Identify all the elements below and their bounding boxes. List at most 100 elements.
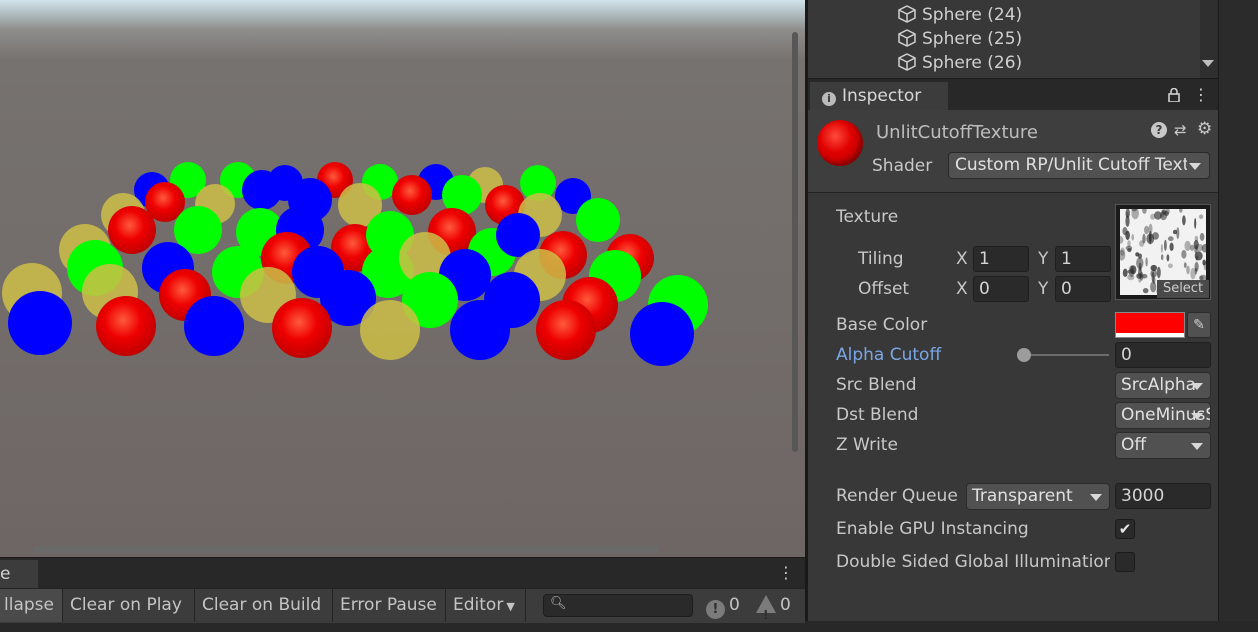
inspector-panel: i Inspector ⋮ UnlitCutoffTexture ? ⇄ ⚙ Sh… <box>808 78 1218 621</box>
render-queue-mode: Transparent <box>972 486 1073 506</box>
scroll-down-arrow-icon[interactable] <box>1202 60 1214 67</box>
scene-view[interactable] <box>0 0 805 557</box>
src-blend-label: Src Blend <box>836 375 917 395</box>
gear-icon[interactable]: ⚙ <box>1197 120 1215 138</box>
texture-noise <box>1142 233 1146 244</box>
texture-noise <box>1186 265 1190 275</box>
shader-dropdown[interactable]: Custom RP/Unlit Cutoff Texture <box>948 152 1210 179</box>
sphere <box>96 296 156 356</box>
z-write-dropdown[interactable]: Off <box>1115 432 1211 459</box>
texture-noise <box>1194 261 1199 272</box>
texture-noise <box>1136 273 1143 279</box>
right-side-panel <box>1218 0 1258 621</box>
tiling-label: Tiling <box>858 249 904 269</box>
texture-noise <box>1202 259 1206 266</box>
double-sided-gi-checkbox[interactable] <box>1115 552 1135 572</box>
texture-noise <box>1122 227 1128 236</box>
editor-dropdown[interactable]: Editor ▼ <box>446 589 526 622</box>
texture-noise <box>1136 257 1144 269</box>
console-tab[interactable]: e <box>0 560 38 588</box>
clear-on-build-button[interactable]: Clear on Build <box>195 589 333 622</box>
texture-noise <box>1181 249 1187 259</box>
chevron-down-icon <box>1191 383 1203 390</box>
texture-noise <box>1182 215 1186 226</box>
presets-icon[interactable]: ⇄ <box>1174 121 1190 139</box>
texture-select-button[interactable]: Select <box>1157 280 1209 298</box>
src-blend-value: SrcAlpha <box>1121 375 1197 395</box>
kebab-icon[interactable]: ⋮ <box>778 562 794 584</box>
editor-label: Editor <box>453 595 504 615</box>
alpha-cutoff-slider-knob[interactable] <box>1017 348 1031 362</box>
texture-noise <box>1160 254 1164 261</box>
warning-count[interactable]: ! 0 <box>756 589 791 622</box>
clear-on-play-button[interactable]: Clear on Play <box>63 589 195 622</box>
inspector-menu-icon[interactable]: ⋮ <box>1193 84 1209 106</box>
inspector-tab-bar: i Inspector ⋮ <box>808 78 1218 111</box>
console-toolbar: llapse Clear on Play Clear on Build Erro… <box>0 588 805 623</box>
render-queue-field[interactable]: 3000 <box>1115 483 1211 509</box>
texture-noise <box>1199 232 1205 241</box>
chevron-down-icon <box>1191 413 1203 420</box>
error-count[interactable]: ! 0 <box>706 589 740 622</box>
src-blend-dropdown[interactable]: SrcAlpha <box>1115 372 1211 399</box>
cube-icon <box>898 29 916 47</box>
texture-noise <box>1194 218 1197 229</box>
eyedropper-icon[interactable]: ✎ <box>1187 312 1211 338</box>
hierarchy-item[interactable]: Sphere (24) <box>898 3 1022 27</box>
alpha-cutoff-field[interactable]: 0 <box>1115 342 1211 368</box>
chevron-down-icon <box>1191 443 1203 450</box>
texture-slot[interactable]: Select <box>1115 204 1211 300</box>
texture-noise <box>1199 214 1204 219</box>
offset-x-field[interactable]: 0 <box>973 276 1029 302</box>
tab-inspector[interactable]: i Inspector <box>810 82 948 111</box>
texture-label: Texture <box>836 207 899 227</box>
hierarchy-item[interactable]: Sphere (25) <box>898 27 1022 51</box>
texture-noise <box>1125 215 1130 227</box>
sphere <box>8 291 72 355</box>
texture-noise <box>1150 213 1156 220</box>
checkmark-icon: ✔ <box>1118 520 1132 538</box>
z-write-label: Z Write <box>836 435 898 455</box>
sphere <box>392 175 432 215</box>
inspector-tab-label: Inspector <box>842 86 922 106</box>
tiling-x-field[interactable]: 1 <box>973 246 1029 272</box>
offset-y-field[interactable]: 0 <box>1055 276 1111 302</box>
texture-noise <box>1125 245 1133 251</box>
texture-noise <box>1167 263 1173 269</box>
sphere <box>450 300 510 360</box>
texture-noise <box>1154 211 1162 220</box>
texture-noise <box>1166 254 1170 262</box>
lock-icon[interactable] <box>1167 88 1181 102</box>
gpu-instancing-checkbox[interactable]: ✔ <box>1115 519 1135 539</box>
texture-noise <box>1151 271 1155 283</box>
collapse-button[interactable]: llapse <box>0 589 63 622</box>
console-search-input[interactable]: 🔍︎ <box>543 594 693 617</box>
render-queue-dropdown[interactable]: Transparent <box>966 483 1110 510</box>
alpha-cutoff-slider-track[interactable] <box>1023 354 1109 356</box>
texture-noise <box>1122 268 1128 277</box>
help-icon[interactable]: ? <box>1151 122 1167 138</box>
texture-noise <box>1195 243 1204 252</box>
scene-vertical-scrollbar[interactable] <box>792 32 798 452</box>
texture-noise <box>1128 265 1135 278</box>
cube-icon <box>898 5 916 23</box>
tiling-x-label: X <box>956 249 968 269</box>
error-icon: ! <box>706 600 725 619</box>
texture-noise <box>1169 242 1174 251</box>
tiling-y-field[interactable]: 1 <box>1055 246 1111 272</box>
hierarchy-panel: Sphere (24) Sphere (25) Sphere (26) <box>808 0 1218 78</box>
error-pause-button[interactable]: Error Pause <box>333 589 446 622</box>
tiling-y-label: Y <box>1038 249 1049 269</box>
dst-blend-dropdown[interactable]: OneMinusSrcAlpha <box>1115 402 1211 429</box>
texture-noise <box>1179 209 1183 213</box>
hierarchy-item[interactable]: Sphere (26) <box>898 51 1022 75</box>
chevron-down-icon <box>1090 494 1102 501</box>
info-icon: i <box>822 92 836 106</box>
texture-noise <box>1142 288 1149 294</box>
console-panel: e ⋮ llapse Clear on Play Clear on Build … <box>0 557 805 623</box>
offset-x-label: X <box>956 279 968 299</box>
base-color-swatch[interactable] <box>1115 312 1185 338</box>
texture-noise <box>1142 209 1147 214</box>
scene-horizontal-scrollbar[interactable] <box>34 546 659 553</box>
texture-noise <box>1183 262 1187 268</box>
